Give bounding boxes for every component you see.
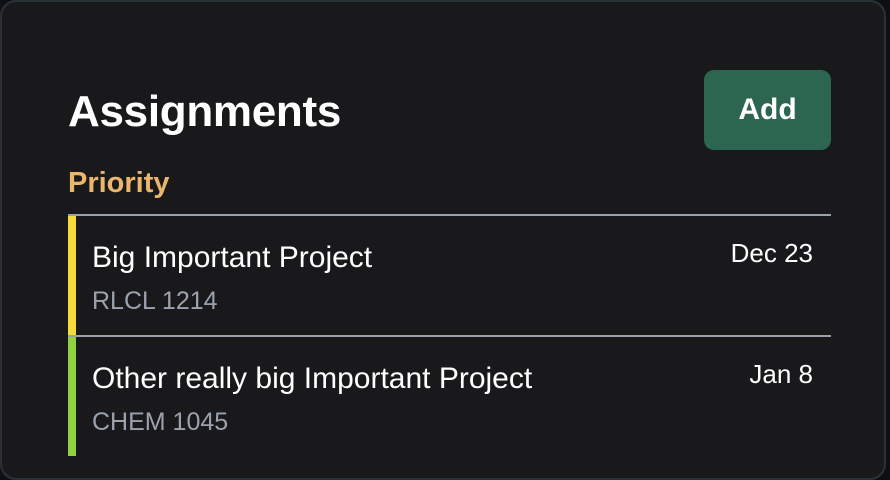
page-title: Assignments — [68, 87, 341, 136]
assignment-list: Big Important Project RLCL 1214 Dec 23 O… — [68, 214, 831, 456]
assignment-due-date: Dec 23 — [730, 238, 813, 268]
assignment-item[interactable]: Big Important Project RLCL 1214 Dec 23 — [68, 214, 831, 335]
priority-accent-bar — [68, 216, 76, 335]
assignment-name: Other really big Important Project — [92, 362, 533, 395]
assignment-item[interactable]: Other really big Important Project CHEM … — [68, 335, 831, 456]
assignment-course: CHEM 1045 — [92, 408, 229, 436]
section-label-priority: Priority — [68, 167, 170, 199]
assignments-card: Assignments Add Priority Big Important P… — [0, 0, 886, 480]
priority-accent-bar — [68, 337, 76, 456]
assignment-course: RLCL 1214 — [92, 287, 218, 315]
add-button[interactable]: Add — [704, 70, 831, 150]
assignment-due-date: Jan 8 — [749, 359, 813, 389]
assignment-name: Big Important Project — [92, 241, 373, 274]
